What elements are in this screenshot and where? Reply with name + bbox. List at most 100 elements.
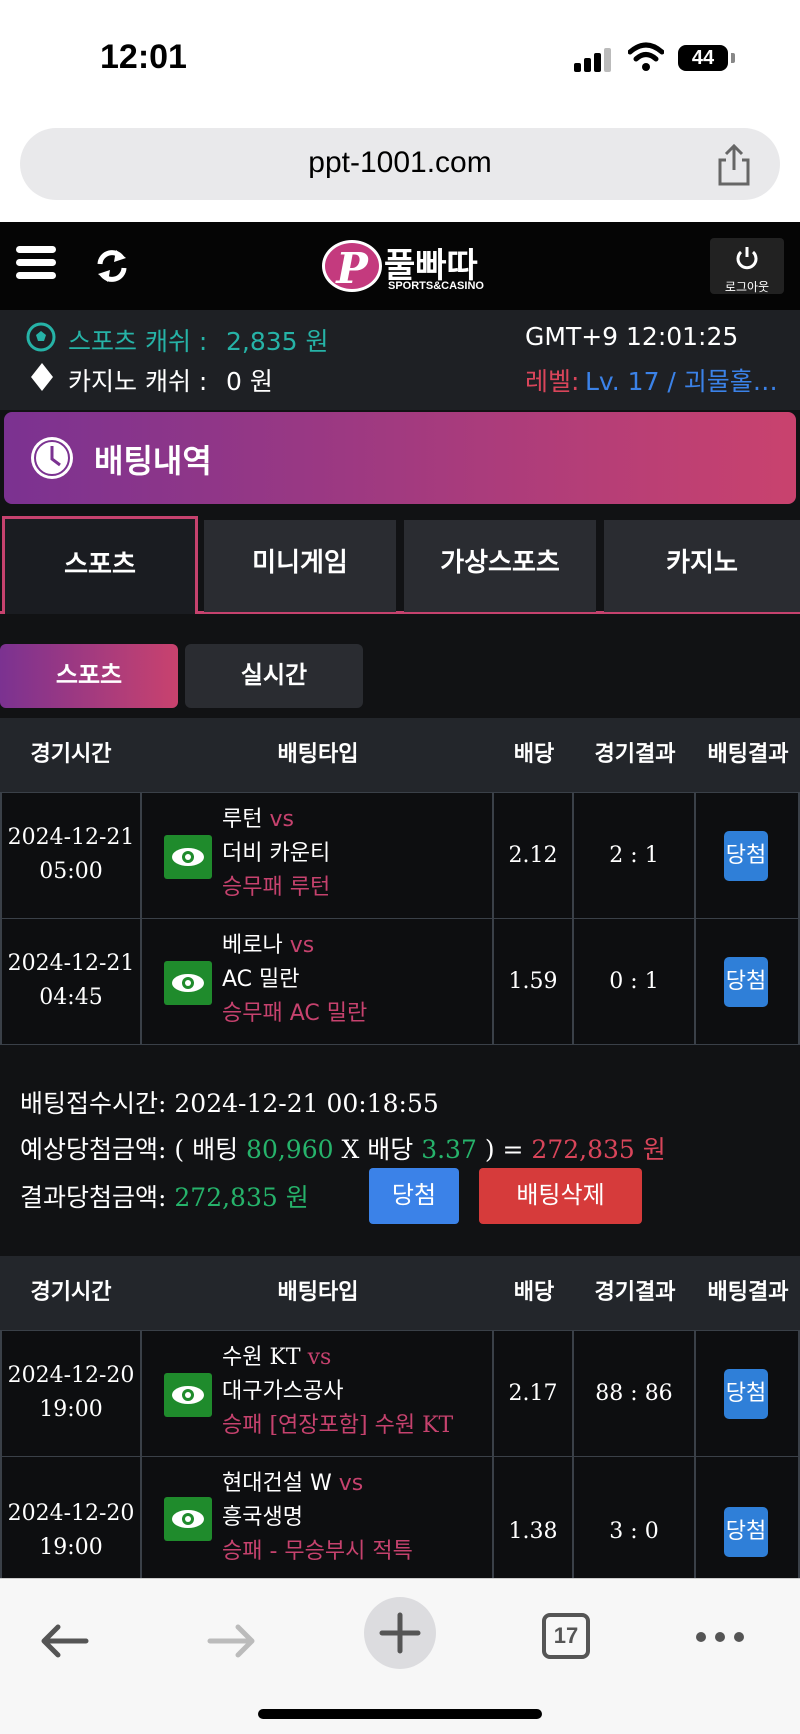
match-time: 04:45	[39, 985, 103, 1010]
category-tabs: 스포츠 미니게임 가상스포츠 카지노	[0, 516, 800, 614]
refresh-icon[interactable]	[94, 246, 130, 286]
expected-open: ( 배팅	[174, 1135, 239, 1164]
win-status-button[interactable]: 당첨	[369, 1168, 459, 1224]
header-match-time: 경기시간	[30, 1280, 112, 1305]
status-bar: 12:01 44	[0, 0, 800, 118]
match-time: 19:00	[39, 1397, 103, 1422]
url-text: ppt-1001.com	[308, 146, 492, 179]
win-badge[interactable]: 당첨	[724, 957, 768, 1007]
more-options-icon[interactable]	[694, 1629, 746, 1645]
away-team: 더비 카운티	[222, 841, 331, 866]
table-header: 경기시간 배팅타입 배당 경기결과 배팅결과	[0, 1256, 800, 1330]
subtab-live[interactable]: 실시간	[185, 644, 363, 708]
logout-button[interactable]: 로그아웃	[710, 238, 784, 294]
status-time: 12:01	[100, 38, 187, 76]
bet-result-cell: 당첨	[696, 919, 800, 1044]
browser-url-area: ppt-1001.com	[0, 118, 800, 222]
home-indicator	[258, 1709, 542, 1719]
bet-pick: 승무패 루턴	[222, 875, 331, 900]
match-datetime: 2024-12-21 04:45	[0, 919, 142, 1044]
header-bet-type: 배팅타입	[277, 742, 359, 767]
logo-badge: P	[322, 240, 382, 293]
home-team: 현대건설 W	[222, 1471, 332, 1496]
received-label: 배팅접수시간:	[20, 1089, 167, 1118]
soccer-ball-icon	[26, 322, 56, 352]
match-date: 2024-12-20	[7, 1501, 135, 1526]
battery-nub	[731, 53, 735, 63]
casino-cash-value: 0 원	[226, 367, 273, 396]
eye-icon[interactable]	[164, 835, 212, 879]
match-time: 05:00	[39, 859, 103, 884]
header-bet-result: 배팅결과	[707, 1280, 789, 1305]
odds-value: 2.12	[494, 793, 574, 918]
table-row: 2024-12-21 04:45 베로나 vs AC 밀란 승무패 AC 밀란 …	[0, 918, 800, 1045]
received-value: 2024-12-21 00:18:55	[174, 1089, 439, 1118]
away-team: 대구가스공사	[222, 1379, 344, 1404]
header-match-result: 경기결과	[594, 742, 676, 767]
table-row: 2024-12-20 19:00 수원 KT vs 대구가스공사 승패 [연장포…	[0, 1330, 800, 1457]
page-title: 배팅내역	[94, 442, 212, 480]
back-arrow-icon[interactable]	[38, 1621, 90, 1661]
match-time: 19:00	[39, 1535, 103, 1560]
score-value: 0 : 1	[574, 919, 696, 1044]
tab-sports[interactable]: 스포츠	[2, 516, 198, 614]
expected-value: 272,835 원	[531, 1135, 666, 1164]
match-date: 2024-12-21	[7, 951, 135, 976]
header-bet-result: 배팅결과	[707, 742, 789, 767]
expected-win-amount: 예상당첨금액: ( 배팅 80,960 X 배당 3.37 ) = 272,83…	[20, 1130, 666, 1166]
plus-icon	[379, 1612, 421, 1654]
bet-pick: 승패 - 무승부시 적특	[222, 1539, 413, 1564]
table-row: 2024-12-21 05:00 루턴 vs 더비 카운티 승무패 루턴 2.1…	[0, 792, 800, 919]
score-value: 88 : 86	[574, 1331, 696, 1456]
page-title-bar: 배팅내역	[4, 412, 796, 504]
tab-virtual-sports[interactable]: 가상스포츠	[404, 520, 596, 612]
server-clock: GMT+9 12:01:25	[525, 322, 739, 351]
subtab-sports[interactable]: 스포츠	[0, 644, 178, 708]
vs-label: vs	[269, 807, 294, 832]
match-info: 현대건설 W vs 흥국생명 승패 - 무승부시 적특	[222, 1467, 413, 1569]
tabs-button[interactable]: 17	[542, 1613, 590, 1659]
sports-cash-label: 스포츠 캐쉬 :	[68, 327, 208, 356]
tab-minigame[interactable]: 미니게임	[204, 520, 396, 612]
eye-icon[interactable]	[164, 961, 212, 1005]
expected-close: ) =	[484, 1135, 524, 1164]
bet-pick: 승무패 AC 밀란	[222, 1001, 368, 1026]
bet-type-cell: 수원 KT vs 대구가스공사 승패 [연장포함] 수원 KT	[142, 1331, 494, 1456]
vs-label: vs	[307, 1345, 332, 1370]
win-badge[interactable]: 당첨	[724, 831, 768, 881]
bet-pick: 승패 [연장포함] 수원 KT	[222, 1413, 454, 1438]
browser-toolbar: 17	[0, 1578, 800, 1734]
result-label: 결과당첨금액:	[20, 1183, 167, 1212]
odds-value: 1.59	[494, 919, 574, 1044]
signal-icon	[574, 48, 614, 72]
delete-bet-button[interactable]: 배팅삭제	[479, 1168, 642, 1224]
eye-icon[interactable]	[164, 1497, 212, 1541]
win-badge[interactable]: 당첨	[724, 1507, 768, 1557]
match-info: 베로나 vs AC 밀란 승무패 AC 밀란	[222, 929, 367, 1031]
bet-type-cell: 베로나 vs AC 밀란 승무패 AC 밀란	[142, 919, 494, 1044]
casino-cash-label: 카지노 캐쉬 :	[68, 367, 208, 396]
battery-icon: 44	[678, 45, 728, 71]
url-bar[interactable]: ppt-1001.com	[20, 128, 780, 200]
bet-received-time: 배팅접수시간: 2024-12-21 00:18:55	[20, 1084, 439, 1120]
home-team: 수원 KT	[222, 1345, 301, 1370]
forward-arrow-icon[interactable]	[206, 1621, 258, 1661]
vs-label: vs	[338, 1471, 364, 1496]
win-badge[interactable]: 당첨	[724, 1369, 768, 1419]
odds-value: 2.17	[494, 1331, 574, 1456]
eye-icon[interactable]	[164, 1373, 212, 1417]
result-win-amount: 결과당첨금액: 272,835 원	[20, 1178, 309, 1214]
sports-cash-value: 2,835 원	[226, 327, 329, 356]
total-odds: 3.37	[421, 1135, 477, 1164]
result-value: 272,835 원	[174, 1183, 309, 1212]
header-match-time: 경기시간	[30, 742, 112, 767]
tab-casino[interactable]: 카지노	[604, 520, 800, 612]
new-tab-button[interactable]	[364, 1597, 436, 1669]
site-logo[interactable]: P 풀빠따 SPORTS&CASINO	[322, 236, 502, 298]
match-date: 2024-12-20	[7, 1363, 135, 1388]
account-info-bar: 스포츠 캐쉬 : 2,835 원 카지노 캐쉬 : 0 원 GMT+9 12:0…	[0, 310, 800, 410]
share-icon[interactable]	[716, 144, 752, 186]
hamburger-menu-icon[interactable]	[16, 246, 56, 286]
power-icon	[736, 247, 758, 270]
tab-count: 17	[553, 1623, 579, 1648]
